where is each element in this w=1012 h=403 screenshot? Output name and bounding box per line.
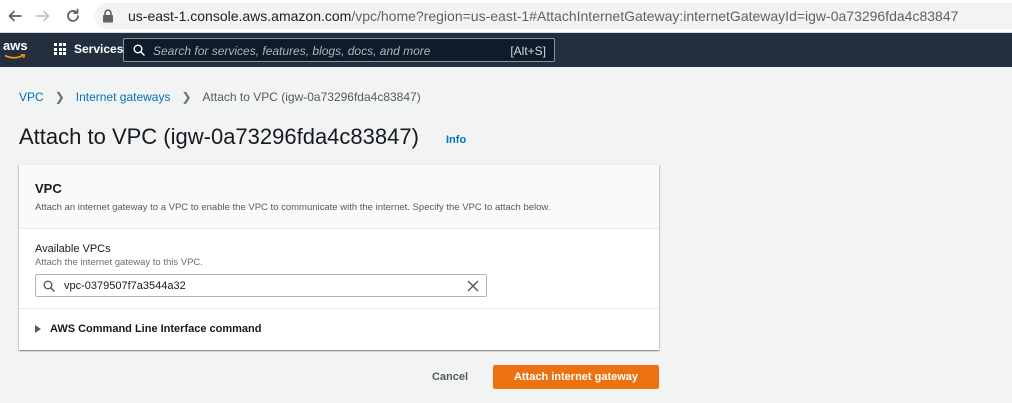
- aws-logo[interactable]: aws: [3, 39, 28, 52]
- services-menu-button[interactable]: Services: [54, 42, 123, 56]
- available-vpcs-description: Attach the internet gateway to this VPC.: [35, 257, 203, 268]
- forward-arrow-icon[interactable]: [32, 5, 54, 27]
- available-vpcs-label: Available VPCs: [35, 243, 111, 255]
- caret-right-icon: [35, 325, 41, 333]
- address-bar[interactable]: us-east-1.console.aws.amazon.com/vpc/hom…: [94, 3, 1012, 29]
- url-path: /vpc/home?region=us-east-1#AttachInterne…: [351, 8, 959, 24]
- close-icon[interactable]: [467, 280, 479, 292]
- cli-command-label: AWS Command Line Interface command: [50, 323, 262, 335]
- chevron-right-icon: ❯: [54, 90, 65, 104]
- available-vpcs-input[interactable]: vpc-0379507f7a3544a32: [35, 274, 487, 297]
- services-label: Services: [74, 42, 124, 56]
- url-text: us-east-1.console.aws.amazon.com/vpc/hom…: [128, 8, 958, 24]
- breadcrumb: VPC ❯ Internet gateways ❯ Attach to VPC …: [19, 90, 421, 104]
- attach-internet-gateway-button[interactable]: Attach internet gateway: [493, 365, 659, 389]
- url-host: us-east-1.console.aws.amazon.com: [128, 8, 352, 24]
- available-vpcs-value: vpc-0379507f7a3544a32: [64, 280, 186, 292]
- breadcrumb-internet-gateways-link[interactable]: Internet gateways: [76, 90, 171, 104]
- search-icon: [133, 44, 145, 56]
- aws-top-nav: aws Services Search for services, featur…: [0, 33, 1012, 67]
- vpc-panel: VPC Attach an internet gateway to a VPC …: [19, 164, 659, 350]
- reload-icon[interactable]: [62, 5, 84, 27]
- search-placeholder: Search for services, features, blogs, do…: [153, 44, 431, 58]
- panel-title: VPC: [35, 181, 62, 196]
- panel-description: Attach an internet gateway to a VPC to e…: [35, 202, 551, 213]
- cli-command-expander[interactable]: AWS Command Line Interface command: [35, 323, 261, 335]
- browser-toolbar: us-east-1.console.aws.amazon.com/vpc/hom…: [0, 0, 1012, 33]
- page-title: Attach to VPC (igw-0a73296fda4c83847): [19, 124, 419, 149]
- global-search-input[interactable]: Search for services, features, blogs, do…: [123, 38, 555, 62]
- info-link[interactable]: Info: [446, 134, 466, 146]
- back-arrow-icon[interactable]: [4, 5, 26, 27]
- cancel-button[interactable]: Cancel: [420, 365, 480, 389]
- aws-smile-icon: [4, 54, 26, 59]
- breadcrumb-vpc-link[interactable]: VPC: [19, 90, 44, 104]
- panel-divider: [19, 308, 659, 309]
- breadcrumb-current: Attach to VPC (igw-0a73296fda4c83847): [202, 90, 421, 104]
- chevron-right-icon: ❯: [181, 90, 192, 104]
- search-icon: [43, 280, 55, 292]
- search-shortcut: [Alt+S]: [510, 44, 546, 58]
- lock-icon[interactable]: [102, 9, 114, 23]
- grid-icon: [54, 43, 66, 55]
- panel-header: VPC Attach an internet gateway to a VPC …: [19, 165, 659, 229]
